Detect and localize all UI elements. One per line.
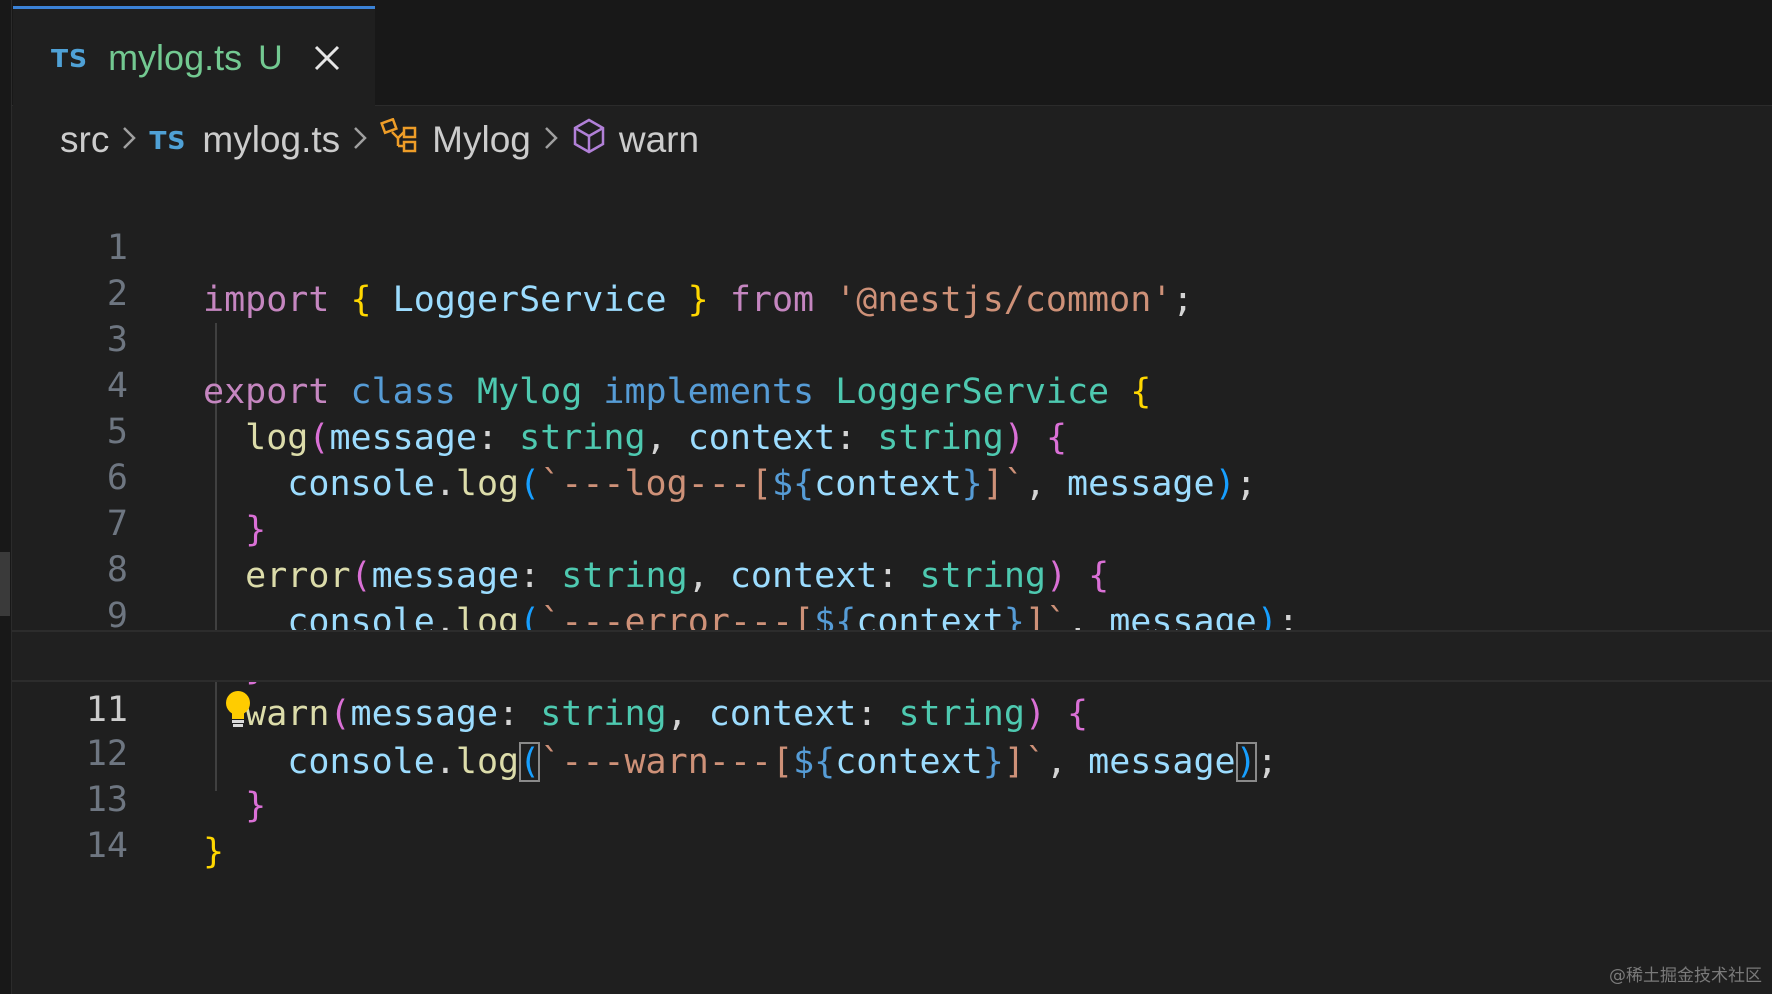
code-line-2[interactable]: 2 bbox=[12, 216, 1772, 314]
code-line-5[interactable]: 5 console.log(`---log---[${context}]`, m… bbox=[12, 354, 1772, 504]
tab-mylog-ts[interactable]: TS mylog.ts U bbox=[13, 6, 375, 107]
class-icon bbox=[380, 117, 420, 163]
code-line-9[interactable]: 9 } bbox=[12, 538, 1772, 688]
token: } bbox=[203, 832, 225, 872]
code-line-4[interactable]: 4 log(message: string, context: string) … bbox=[12, 308, 1772, 458]
line-number: 14 bbox=[85, 826, 128, 866]
code-line-14[interactable]: 14 bbox=[12, 768, 1772, 866]
breadcrumb-class[interactable]: Mylog bbox=[432, 119, 531, 161]
method-cube-icon bbox=[571, 117, 607, 164]
code-line-10[interactable]: 10 warn(message: string, context: string… bbox=[12, 584, 1772, 734]
code-text: } bbox=[203, 826, 224, 878]
breadcrumb-folder[interactable]: src bbox=[60, 119, 109, 161]
chevron-right-icon bbox=[543, 121, 559, 160]
code-line-3[interactable]: 3 export class Mylog implements LoggerSe… bbox=[12, 262, 1772, 412]
untracked-badge: U bbox=[258, 38, 283, 77]
lightbulb-icon[interactable] bbox=[223, 689, 253, 731]
scrollbar-marker[interactable] bbox=[0, 552, 10, 616]
breadcrumb-file[interactable]: mylog.ts bbox=[202, 119, 340, 161]
editor-window: TS mylog.ts U src TS mylog.ts Mylog warn… bbox=[0, 0, 1772, 994]
typescript-file-icon: TS bbox=[149, 125, 187, 155]
code-line-1[interactable]: 1 import { LoggerService } from '@nestjs… bbox=[12, 170, 1772, 320]
breadcrumb-method[interactable]: warn bbox=[619, 119, 699, 161]
code-line-13[interactable]: 13 } bbox=[12, 722, 1772, 872]
code-line-8[interactable]: 8 console.log(`---error---[${context}]`,… bbox=[12, 492, 1772, 642]
code-line-12[interactable]: 12 } bbox=[12, 676, 1772, 826]
close-icon[interactable] bbox=[311, 42, 343, 74]
tab-bar: TS mylog.ts U bbox=[12, 0, 1772, 107]
code-line-11[interactable]: 11 console.log(`---warn---[${context}]`,… bbox=[12, 630, 1772, 782]
chevron-right-icon bbox=[121, 121, 137, 160]
activity-edge bbox=[0, 0, 12, 994]
watermark: @稀土掘金技术社区 bbox=[1609, 966, 1762, 986]
typescript-file-icon: TS bbox=[51, 43, 89, 73]
breadcrumb: src TS mylog.ts Mylog warn bbox=[60, 112, 699, 168]
code-line-6[interactable]: 6 } bbox=[12, 400, 1772, 550]
tab-filename: mylog.ts bbox=[108, 37, 243, 78]
code-line-7[interactable]: 7 error(message: string, context: string… bbox=[12, 446, 1772, 596]
code-editor[interactable]: 1 import { LoggerService } from '@nestjs… bbox=[12, 170, 1772, 994]
chevron-right-icon bbox=[352, 121, 368, 160]
